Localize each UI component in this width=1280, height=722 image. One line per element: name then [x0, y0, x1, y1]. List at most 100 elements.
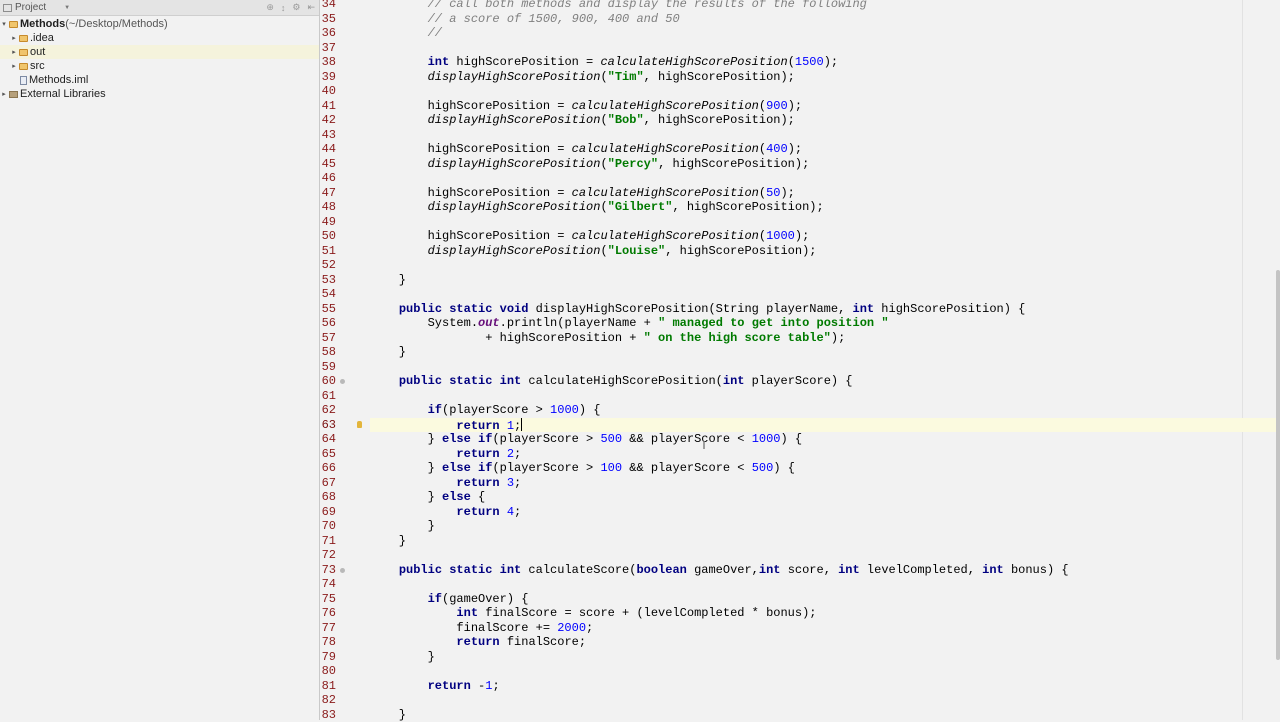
- line-number[interactable]: 81: [320, 679, 336, 694]
- code-line[interactable]: displayHighScorePosition("Bob", highScor…: [370, 113, 1280, 128]
- line-number[interactable]: 44: [320, 142, 336, 157]
- code-line[interactable]: if(gameOver) {: [370, 592, 1280, 607]
- code-line[interactable]: [370, 664, 1280, 679]
- code-line[interactable]: return 3;: [370, 476, 1280, 491]
- fold-marker-icon[interactable]: [340, 568, 345, 573]
- code-line[interactable]: //: [370, 26, 1280, 41]
- code-line[interactable]: }: [370, 534, 1280, 549]
- line-number[interactable]: 46: [320, 171, 336, 186]
- code-line[interactable]: int highScorePosition = calculateHighSco…: [370, 55, 1280, 70]
- code-line[interactable]: highScorePosition = calculateHighScorePo…: [370, 186, 1280, 201]
- line-number[interactable]: 72: [320, 548, 336, 563]
- code-line[interactable]: displayHighScorePosition("Percy", highSc…: [370, 157, 1280, 172]
- line-number[interactable]: 76: [320, 606, 336, 621]
- tree-item-out[interactable]: ▸out: [0, 45, 319, 59]
- code-line[interactable]: // a score of 1500, 900, 400 and 50: [370, 12, 1280, 27]
- code-line[interactable]: displayHighScorePosition("Louise", highS…: [370, 244, 1280, 259]
- line-number[interactable]: 70: [320, 519, 336, 534]
- line-number[interactable]: 45: [320, 157, 336, 172]
- code-line[interactable]: highScorePosition = calculateHighScorePo…: [370, 229, 1280, 244]
- code-line[interactable]: return 1;: [370, 418, 1280, 433]
- line-number[interactable]: 53: [320, 273, 336, 288]
- code-line[interactable]: return 2;: [370, 447, 1280, 462]
- line-number[interactable]: 69: [320, 505, 336, 520]
- code-line[interactable]: [370, 577, 1280, 592]
- line-number[interactable]: 62: [320, 403, 336, 418]
- editor-gutter[interactable]: 3435363738394041424344454647484950515253…: [320, 0, 370, 720]
- tree-item-src[interactable]: ▸src: [0, 59, 319, 73]
- code-line[interactable]: return finalScore;: [370, 635, 1280, 650]
- collapse-arrow-icon[interactable]: ▸: [10, 62, 18, 70]
- code-line[interactable]: return 4;: [370, 505, 1280, 520]
- line-number[interactable]: 66: [320, 461, 336, 476]
- expand-arrow-icon[interactable]: ▾: [0, 20, 8, 28]
- code-line[interactable]: } else {: [370, 490, 1280, 505]
- code-line[interactable]: // call both methods and display the res…: [370, 0, 1280, 12]
- lightbulb-icon[interactable]: [357, 421, 362, 428]
- line-number[interactable]: 59: [320, 360, 336, 375]
- gear-icon[interactable]: ⚙: [292, 2, 300, 13]
- sync-icon[interactable]: ⊕: [266, 2, 274, 13]
- line-number[interactable]: 54: [320, 287, 336, 302]
- line-number[interactable]: 36: [320, 26, 336, 41]
- line-number[interactable]: 40: [320, 84, 336, 99]
- collapse-arrow-icon[interactable]: ▸: [10, 48, 18, 56]
- line-number[interactable]: 42: [320, 113, 336, 128]
- line-number[interactable]: 51: [320, 244, 336, 259]
- code-area[interactable]: // call both methods and display the res…: [370, 0, 1280, 720]
- code-line[interactable]: [370, 171, 1280, 186]
- hide-panel-icon[interactable]: ⇤: [307, 2, 315, 13]
- line-number[interactable]: 47: [320, 186, 336, 201]
- line-number[interactable]: 57: [320, 331, 336, 346]
- code-line[interactable]: [370, 389, 1280, 404]
- code-line[interactable]: [370, 258, 1280, 273]
- tree-item-methods[interactable]: ▾Methods (~/Desktop/Methods): [0, 17, 319, 31]
- line-number[interactable]: 55: [320, 302, 336, 317]
- code-line[interactable]: [370, 360, 1280, 375]
- code-line[interactable]: highScorePosition = calculateHighScorePo…: [370, 142, 1280, 157]
- code-line[interactable]: public static int calculateScore(boolean…: [370, 563, 1280, 578]
- line-number[interactable]: 68: [320, 490, 336, 505]
- line-number[interactable]: 52: [320, 258, 336, 273]
- line-number[interactable]: 73: [320, 563, 336, 578]
- code-line[interactable]: }: [370, 345, 1280, 360]
- line-number[interactable]: 61: [320, 389, 336, 404]
- line-number[interactable]: 35: [320, 12, 336, 27]
- code-line[interactable]: [370, 128, 1280, 143]
- line-number[interactable]: 56: [320, 316, 336, 331]
- tree-item-idea[interactable]: ▸.idea: [0, 31, 319, 45]
- line-number[interactable]: 37: [320, 41, 336, 56]
- code-line[interactable]: finalScore += 2000;: [370, 621, 1280, 636]
- code-line[interactable]: return -1;: [370, 679, 1280, 694]
- line-number[interactable]: 49: [320, 215, 336, 230]
- line-number[interactable]: 34: [320, 0, 336, 12]
- code-line[interactable]: } else if(playerScore > 100 && playerSco…: [370, 461, 1280, 476]
- code-line[interactable]: int finalScore = score + (levelCompleted…: [370, 606, 1280, 621]
- line-number[interactable]: 38: [320, 55, 336, 70]
- code-line[interactable]: [370, 41, 1280, 56]
- project-view-selector[interactable]: Project ▼: [0, 2, 70, 13]
- code-line[interactable]: [370, 215, 1280, 230]
- line-number[interactable]: 74: [320, 577, 336, 592]
- line-number[interactable]: 50: [320, 229, 336, 244]
- code-line[interactable]: public static void displayHighScorePosit…: [370, 302, 1280, 317]
- fold-marker-icon[interactable]: [340, 379, 345, 384]
- code-line[interactable]: public static int calculateHighScorePosi…: [370, 374, 1280, 389]
- line-number[interactable]: 79: [320, 650, 336, 665]
- line-number[interactable]: 39: [320, 70, 336, 85]
- line-number[interactable]: 41: [320, 99, 336, 114]
- line-number[interactable]: 63: [320, 418, 336, 433]
- line-number[interactable]: 77: [320, 621, 336, 636]
- collapse-icon[interactable]: ↕: [281, 3, 286, 13]
- code-editor[interactable]: 3435363738394041424344454647484950515253…: [320, 0, 1280, 720]
- code-line[interactable]: System.out.println(playerName + " manage…: [370, 316, 1280, 331]
- code-line[interactable]: }: [370, 273, 1280, 288]
- code-line[interactable]: if(playerScore > 1000) {: [370, 403, 1280, 418]
- collapse-arrow-icon[interactable]: ▸: [10, 34, 18, 42]
- line-number[interactable]: 67: [320, 476, 336, 491]
- line-number[interactable]: 60: [320, 374, 336, 389]
- tree-item-methods-iml[interactable]: Methods.iml: [0, 73, 319, 87]
- code-line[interactable]: displayHighScorePosition("Gilbert", high…: [370, 200, 1280, 215]
- code-line[interactable]: + highScorePosition + " on the high scor…: [370, 331, 1280, 346]
- line-number[interactable]: 43: [320, 128, 336, 143]
